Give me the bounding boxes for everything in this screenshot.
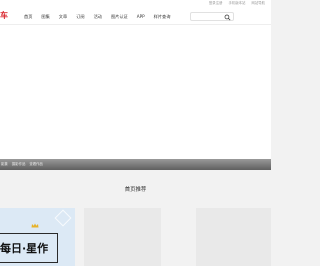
section-title: 首页推荐 bbox=[124, 187, 147, 193]
nav-item-query[interactable]: 样片查询 bbox=[154, 8, 171, 25]
nav-item-events[interactable]: 活动 bbox=[94, 8, 102, 25]
nav-item-home[interactable]: 首页 bbox=[24, 8, 32, 25]
decorative-diamond bbox=[54, 209, 72, 227]
breadcrumb-item[interactable]: 摄影作品 bbox=[12, 159, 26, 170]
top-links: 登录注册 手机版本站 网站导航 bbox=[209, 1, 265, 6]
nav-item-gallery[interactable]: 图集 bbox=[41, 8, 49, 25]
crown-icon bbox=[31, 223, 39, 228]
breadcrumb-item[interactable]: 影集 bbox=[1, 159, 8, 170]
nav-item-app[interactable]: APP bbox=[137, 8, 145, 25]
top-link-mobile[interactable]: 手机版本站 bbox=[228, 1, 245, 6]
search-box bbox=[190, 12, 234, 21]
recommend-card[interactable] bbox=[84, 208, 161, 266]
top-link-login[interactable]: 登录注册 bbox=[209, 1, 223, 6]
breadcrumb-strip: 影集 摄影作品 查看作品 bbox=[0, 159, 271, 170]
nav-item-certification[interactable]: 图片认证 bbox=[111, 8, 128, 25]
breadcrumb: 影集 摄影作品 查看作品 bbox=[0, 159, 43, 170]
nav-item-articles[interactable]: 文章 bbox=[59, 8, 67, 25]
site-logo[interactable]: 车 bbox=[0, 10, 8, 22]
hero-banner[interactable] bbox=[0, 25, 271, 170]
top-link-sitemap[interactable]: 网站导航 bbox=[251, 1, 265, 6]
search-input[interactable] bbox=[193, 14, 221, 20]
nav-item-subscribe[interactable]: 订阅 bbox=[76, 8, 84, 25]
top-utility-bar: 登录注册 手机版本站 网站导航 bbox=[0, 0, 271, 8]
site-header: 车 首页 图集 文章 订阅 活动 图片认证 APP 样片查询 bbox=[0, 8, 271, 25]
recommend-card[interactable]: 每日·星作 bbox=[0, 208, 75, 266]
main-nav: 首页 图集 文章 订阅 活动 图片认证 APP 样片查询 bbox=[24, 8, 179, 25]
card-art-text: 每日·星作 bbox=[0, 242, 49, 255]
breadcrumb-item[interactable]: 查看作品 bbox=[29, 159, 43, 170]
search-icon[interactable] bbox=[224, 14, 231, 21]
recommend-card[interactable] bbox=[196, 208, 271, 266]
